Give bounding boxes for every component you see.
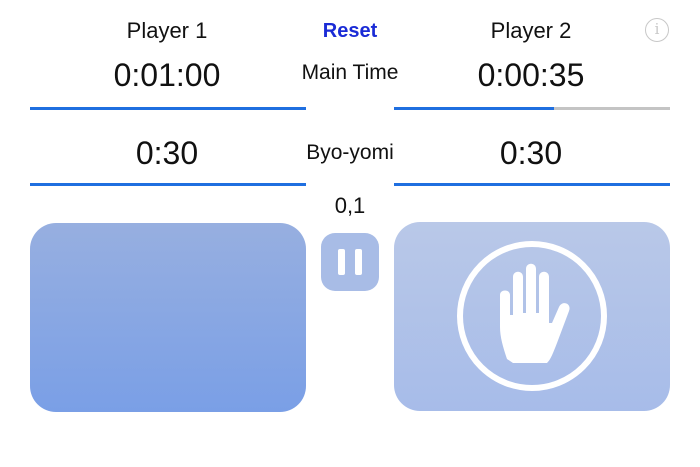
player-2-byoyomi-bar <box>394 183 670 186</box>
player-1-byoyomi-time: 0:30 <box>135 135 199 171</box>
player-1-main-time: 0:01:00 <box>113 57 221 93</box>
player-2-main-time-track <box>394 107 670 110</box>
player-1-byoyomi-bar <box>30 183 306 186</box>
player-1-clock-button[interactable] <box>30 223 306 412</box>
stop-hand-icon <box>457 241 607 391</box>
info-icon[interactable]: i <box>645 18 669 42</box>
pause-icon-bar-right <box>355 249 362 275</box>
player-2-clock-button[interactable] <box>394 222 670 411</box>
pause-button[interactable] <box>321 233 379 291</box>
player-1-label: Player 1 <box>126 18 208 43</box>
reset-button[interactable]: Reset <box>300 20 400 43</box>
pause-icon-bar-left <box>338 249 345 275</box>
player-2-label: Player 2 <box>490 18 572 43</box>
byoyomi-period-count: 0,1 <box>334 193 366 218</box>
player-1-main-time-fill <box>30 107 306 110</box>
player-2-main-time: 0:00:35 <box>477 57 585 93</box>
player-2-main-time-fill <box>394 107 555 110</box>
player-2-byoyomi-time: 0:30 <box>499 135 563 171</box>
go-clock-screen: Player 1 Reset Player 2 i 0:01:00 Main T… <box>0 0 700 467</box>
player-1-main-time-track <box>30 107 306 110</box>
